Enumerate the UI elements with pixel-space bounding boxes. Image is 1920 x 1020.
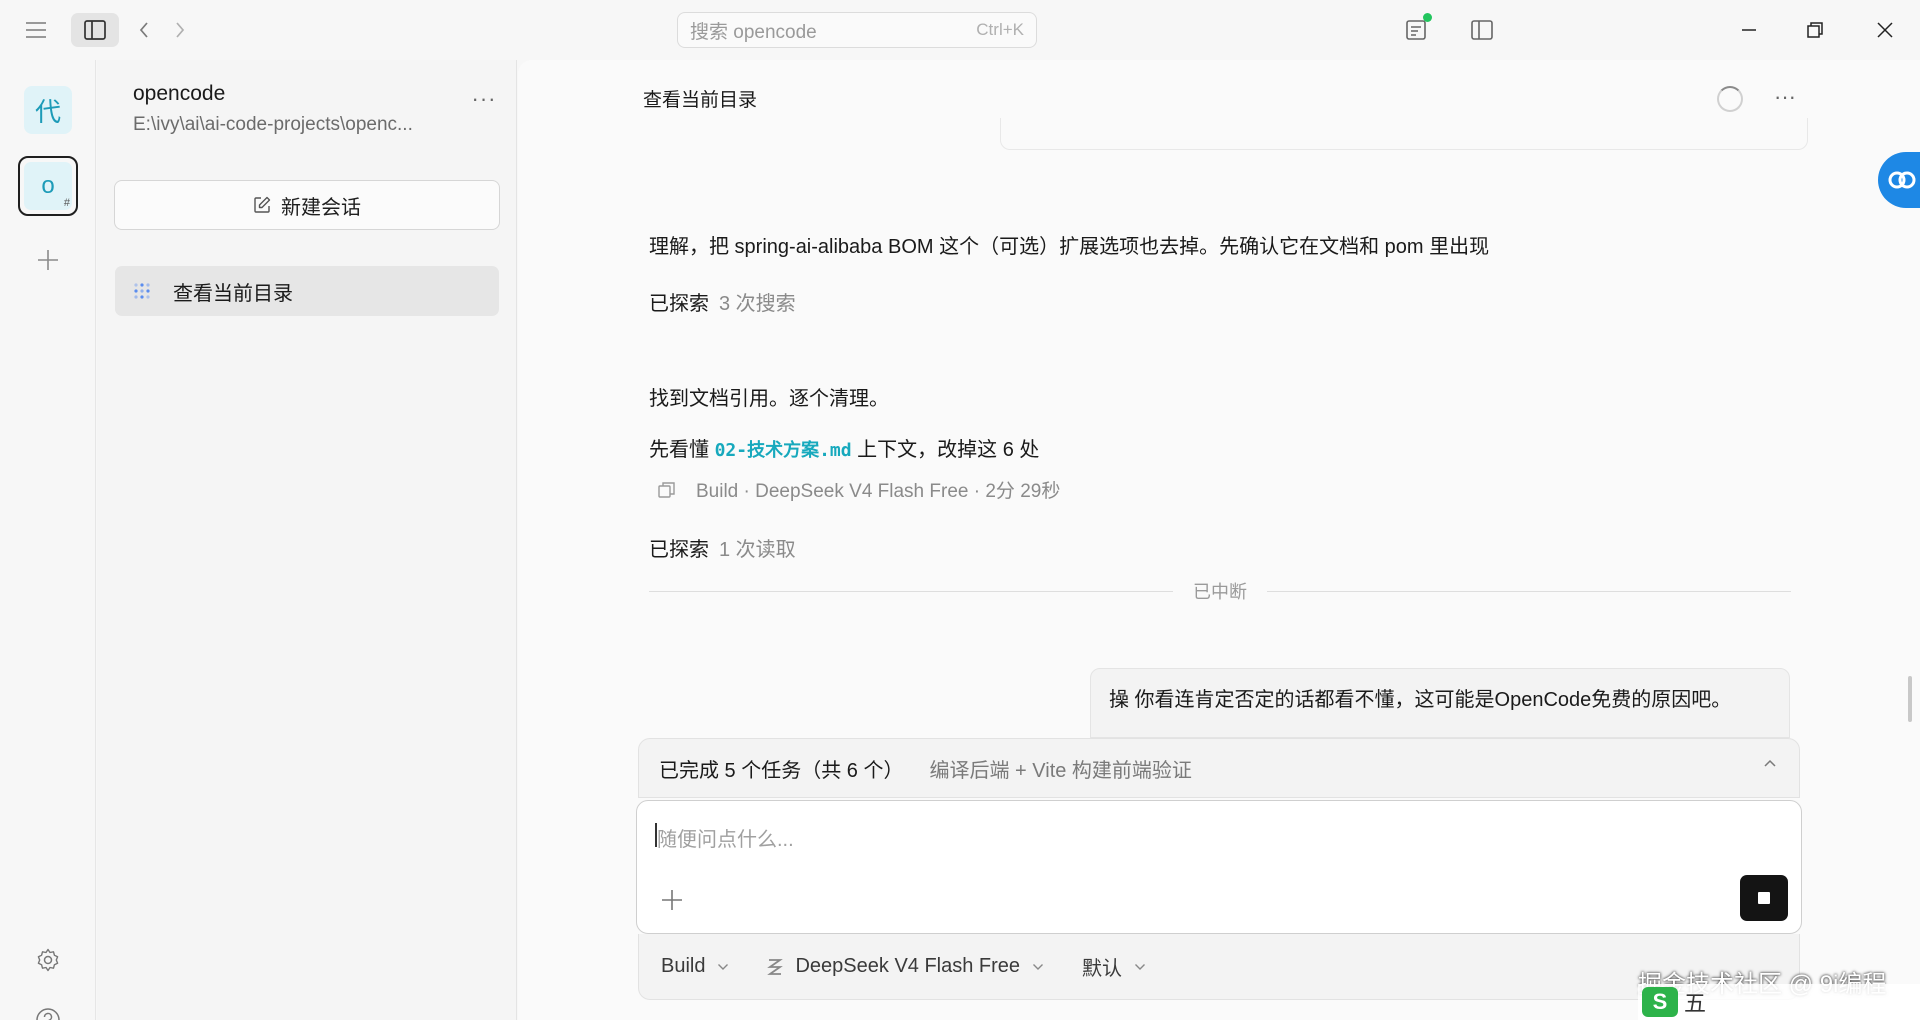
divider-line [649, 590, 1173, 592]
model-select[interactable]: DeepSeek V4 Flash Free [767, 955, 1044, 978]
chevron-up-icon[interactable] [1763, 759, 1777, 769]
model-provider-icon [767, 958, 784, 975]
add-attachment-icon[interactable] [657, 885, 687, 915]
explored-label: 已探索 [649, 293, 709, 315]
loading-dots-icon [134, 283, 150, 299]
previous-card [1000, 118, 1808, 150]
page-title: 查看当前目录 [643, 90, 758, 111]
chat-panel: 查看当前目录 ··· 理解，把 spring-ai-alibaba BOM 这个… [518, 60, 1920, 1020]
stop-icon [1758, 892, 1770, 904]
help-icon[interactable] [30, 1002, 66, 1020]
minimize-icon[interactable] [1726, 12, 1772, 48]
assistant-message: 先看懂 02-技术方案.md 上下文，改掉这 6 处 [649, 433, 1039, 462]
variant-select[interactable]: 默认 [1082, 952, 1146, 981]
project-avatar-glyph: 代 [34, 96, 61, 127]
search-input[interactable]: 搜索 opencode Ctrl+K [677, 12, 1037, 48]
project-avatar-selected[interactable]: o # [18, 156, 78, 216]
user-message: 操 你看连肯定否定的话都看不懂，这可能是OpenCode免费的原因吧。 [1090, 668, 1790, 738]
settings-icon[interactable] [30, 942, 66, 978]
new-session-button[interactable]: 新建会话 [114, 180, 500, 230]
explored-summary[interactable]: 已探索 3 次搜索 [649, 287, 796, 316]
chevron-down-icon [1033, 963, 1044, 970]
message-text: 上下文，改掉这 6 处 [851, 439, 1040, 461]
title-bar: 搜索 opencode Ctrl+K [0, 0, 1920, 60]
stop-button[interactable] [1740, 875, 1788, 921]
menu-icon[interactable] [16, 14, 56, 46]
message-composer[interactable]: 随便问点什么... [636, 800, 1802, 934]
restore-icon[interactable] [1792, 12, 1838, 48]
sidebar-toggle-icon[interactable] [71, 13, 119, 47]
divider-label: 已中断 [1193, 582, 1247, 602]
agent-select[interactable]: Build [661, 955, 729, 978]
close-icon[interactable] [1862, 12, 1908, 48]
session-sidebar: opencode E:\ivy\ai\ai-code-projects\open… [97, 60, 517, 1020]
task-progress-bar[interactable]: 已完成 5 个任务（共 6 个） 编译后端 + Vite 构建前端验证 [638, 738, 1800, 798]
forward-arrow-icon[interactable] [166, 14, 194, 46]
ime-mode[interactable]: 五 [1684, 986, 1706, 1018]
message-text: 先看懂 [649, 439, 715, 461]
more-options-icon[interactable]: ··· [1768, 80, 1802, 114]
copy-icon[interactable] [658, 481, 676, 499]
message-input[interactable]: 随便问点什么... [657, 823, 794, 852]
more-options-icon[interactable]: ··· [467, 86, 501, 112]
agent-label: Build [661, 955, 706, 977]
file-link[interactable]: 02-技术方案.md [715, 440, 852, 461]
ime-toolbar[interactable]: S 五 [1638, 984, 1920, 1020]
scrollbar-thumb[interactable] [1908, 676, 1912, 722]
divider-line [1267, 590, 1791, 592]
model-label: DeepSeek V4 Flash Free [795, 955, 1021, 977]
chevron-down-icon [718, 963, 729, 970]
session-title: 查看当前目录 [173, 282, 293, 305]
composer-options: Build DeepSeek V4 Flash Free 默认 [638, 934, 1800, 1000]
project-badge: # [63, 197, 70, 209]
right-panel-icon[interactable] [1462, 14, 1502, 46]
project-avatar[interactable]: 代 [24, 86, 72, 134]
interrupted-divider: 已中断 [649, 582, 1791, 602]
explored-label: 已探索 [649, 539, 709, 561]
loading-spinner-icon [1717, 86, 1743, 112]
task-detail: 编译后端 + Vite 构建前端验证 [929, 759, 1192, 782]
project-path: E:\ivy\ai\ai-code-projects\openc... [133, 114, 413, 135]
edit-icon [254, 196, 271, 213]
session-item[interactable]: 查看当前目录 [115, 266, 499, 316]
chevron-down-icon [1135, 963, 1146, 970]
meta-text: Build · DeepSeek V4 Flash Free · 2分 29秒 [696, 481, 1061, 502]
new-session-label: 新建会话 [281, 196, 361, 219]
add-icon[interactable] [30, 242, 66, 278]
assistant-message: 理解，把 spring-ai-alibaba BOM 这个（可选）扩展选项也去掉… [649, 236, 1490, 258]
explored-summary[interactable]: 已探索 1 次读取 [649, 533, 796, 562]
message-meta: Build · DeepSeek V4 Flash Free · 2分 29秒 [658, 476, 1060, 503]
project-rail: 代 o # [0, 60, 96, 1020]
variant-label: 默认 [1082, 958, 1123, 980]
search-placeholder: 搜索 opencode [690, 21, 817, 43]
project-avatar-glyph: o [41, 172, 55, 199]
project-avatar-inner: o # [24, 162, 72, 210]
task-summary: 已完成 5 个任务（共 6 个） [659, 759, 904, 782]
explored-detail: 1 次读取 [719, 539, 796, 561]
search-shortcut: Ctrl+K [976, 20, 1024, 39]
assistant-message: 找到文档引用。逐个清理。 [649, 388, 889, 410]
back-arrow-icon[interactable] [130, 14, 158, 46]
project-name: opencode [133, 82, 226, 105]
explored-detail: 3 次搜索 [719, 293, 796, 315]
ime-logo-icon: S [1642, 987, 1678, 1017]
status-dot [1423, 13, 1432, 22]
